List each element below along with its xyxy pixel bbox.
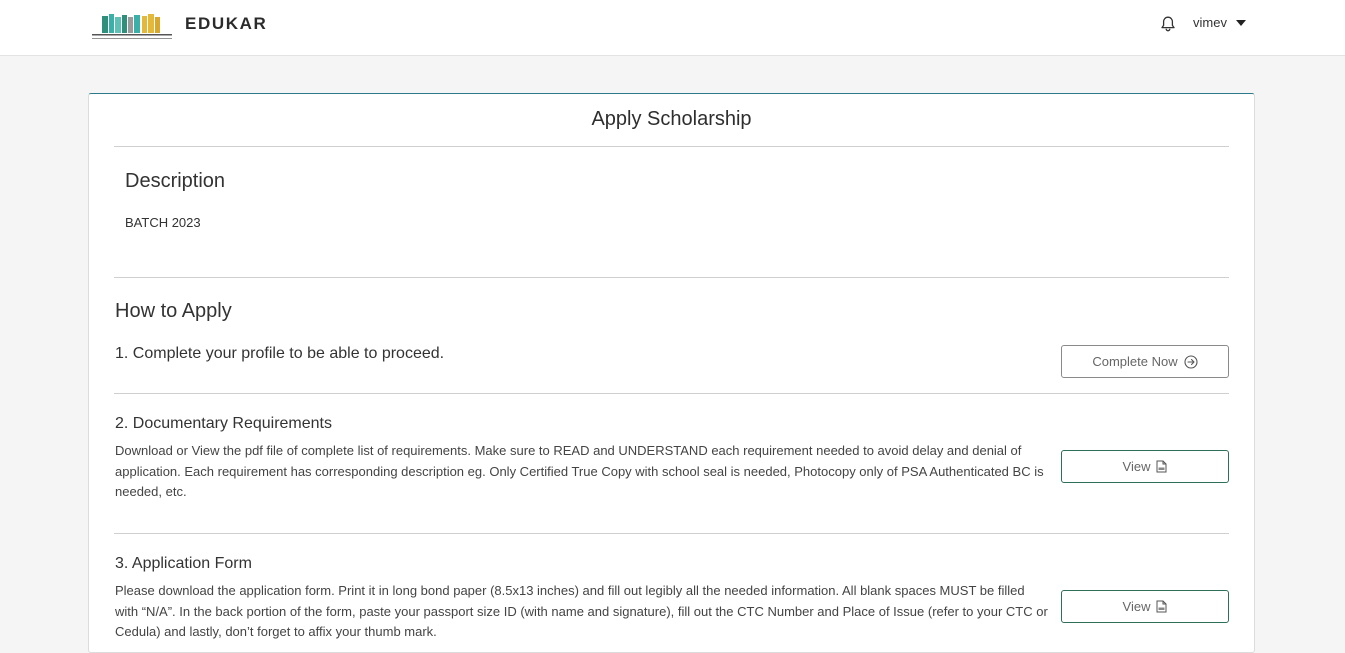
brand-name: EDUKAR — [185, 14, 268, 33]
view-label: View — [1122, 459, 1151, 474]
bookshelf-logo[interactable] — [90, 12, 174, 40]
how-to-apply-heading: How to Apply — [115, 300, 232, 322]
view-requirements-button[interactable]: View — [1061, 450, 1229, 483]
divider — [114, 146, 1229, 147]
top-navbar: EDUKAR vimev — [0, 0, 1345, 56]
step3-title: 3. Application Form — [115, 555, 252, 572]
description-heading: Description — [125, 170, 226, 192]
divider — [114, 393, 1229, 394]
user-menu[interactable]: vimev — [1193, 15, 1246, 30]
pdf-file-icon — [1156, 460, 1167, 473]
step3-text: Please download the application form. Pr… — [115, 583, 1048, 640]
page-title: Apply Scholarship — [591, 108, 752, 130]
step1-title: 1. Complete your profile to be able to p… — [115, 345, 445, 362]
step2-title: 2. Documentary Requirements — [115, 415, 332, 432]
description-text: BATCH 2023 — [125, 215, 201, 230]
caret-down-icon — [1235, 19, 1246, 26]
apply-scholarship-card: Apply Scholarship Description BATCH 2023… — [88, 93, 1255, 653]
bell-icon[interactable] — [1159, 15, 1177, 33]
divider — [114, 533, 1229, 534]
arrow-circle-right-icon — [1184, 354, 1198, 369]
complete-now-button[interactable]: Complete Now — [1061, 345, 1229, 378]
divider — [114, 277, 1229, 278]
username: vimev — [1193, 15, 1227, 30]
complete-now-label: Complete Now — [1092, 354, 1178, 369]
view-label: View — [1122, 599, 1151, 614]
step2-text: Download or View the pdf file of complet… — [115, 443, 1044, 500]
pdf-file-icon — [1156, 600, 1167, 613]
view-application-form-button[interactable]: View — [1061, 590, 1229, 623]
